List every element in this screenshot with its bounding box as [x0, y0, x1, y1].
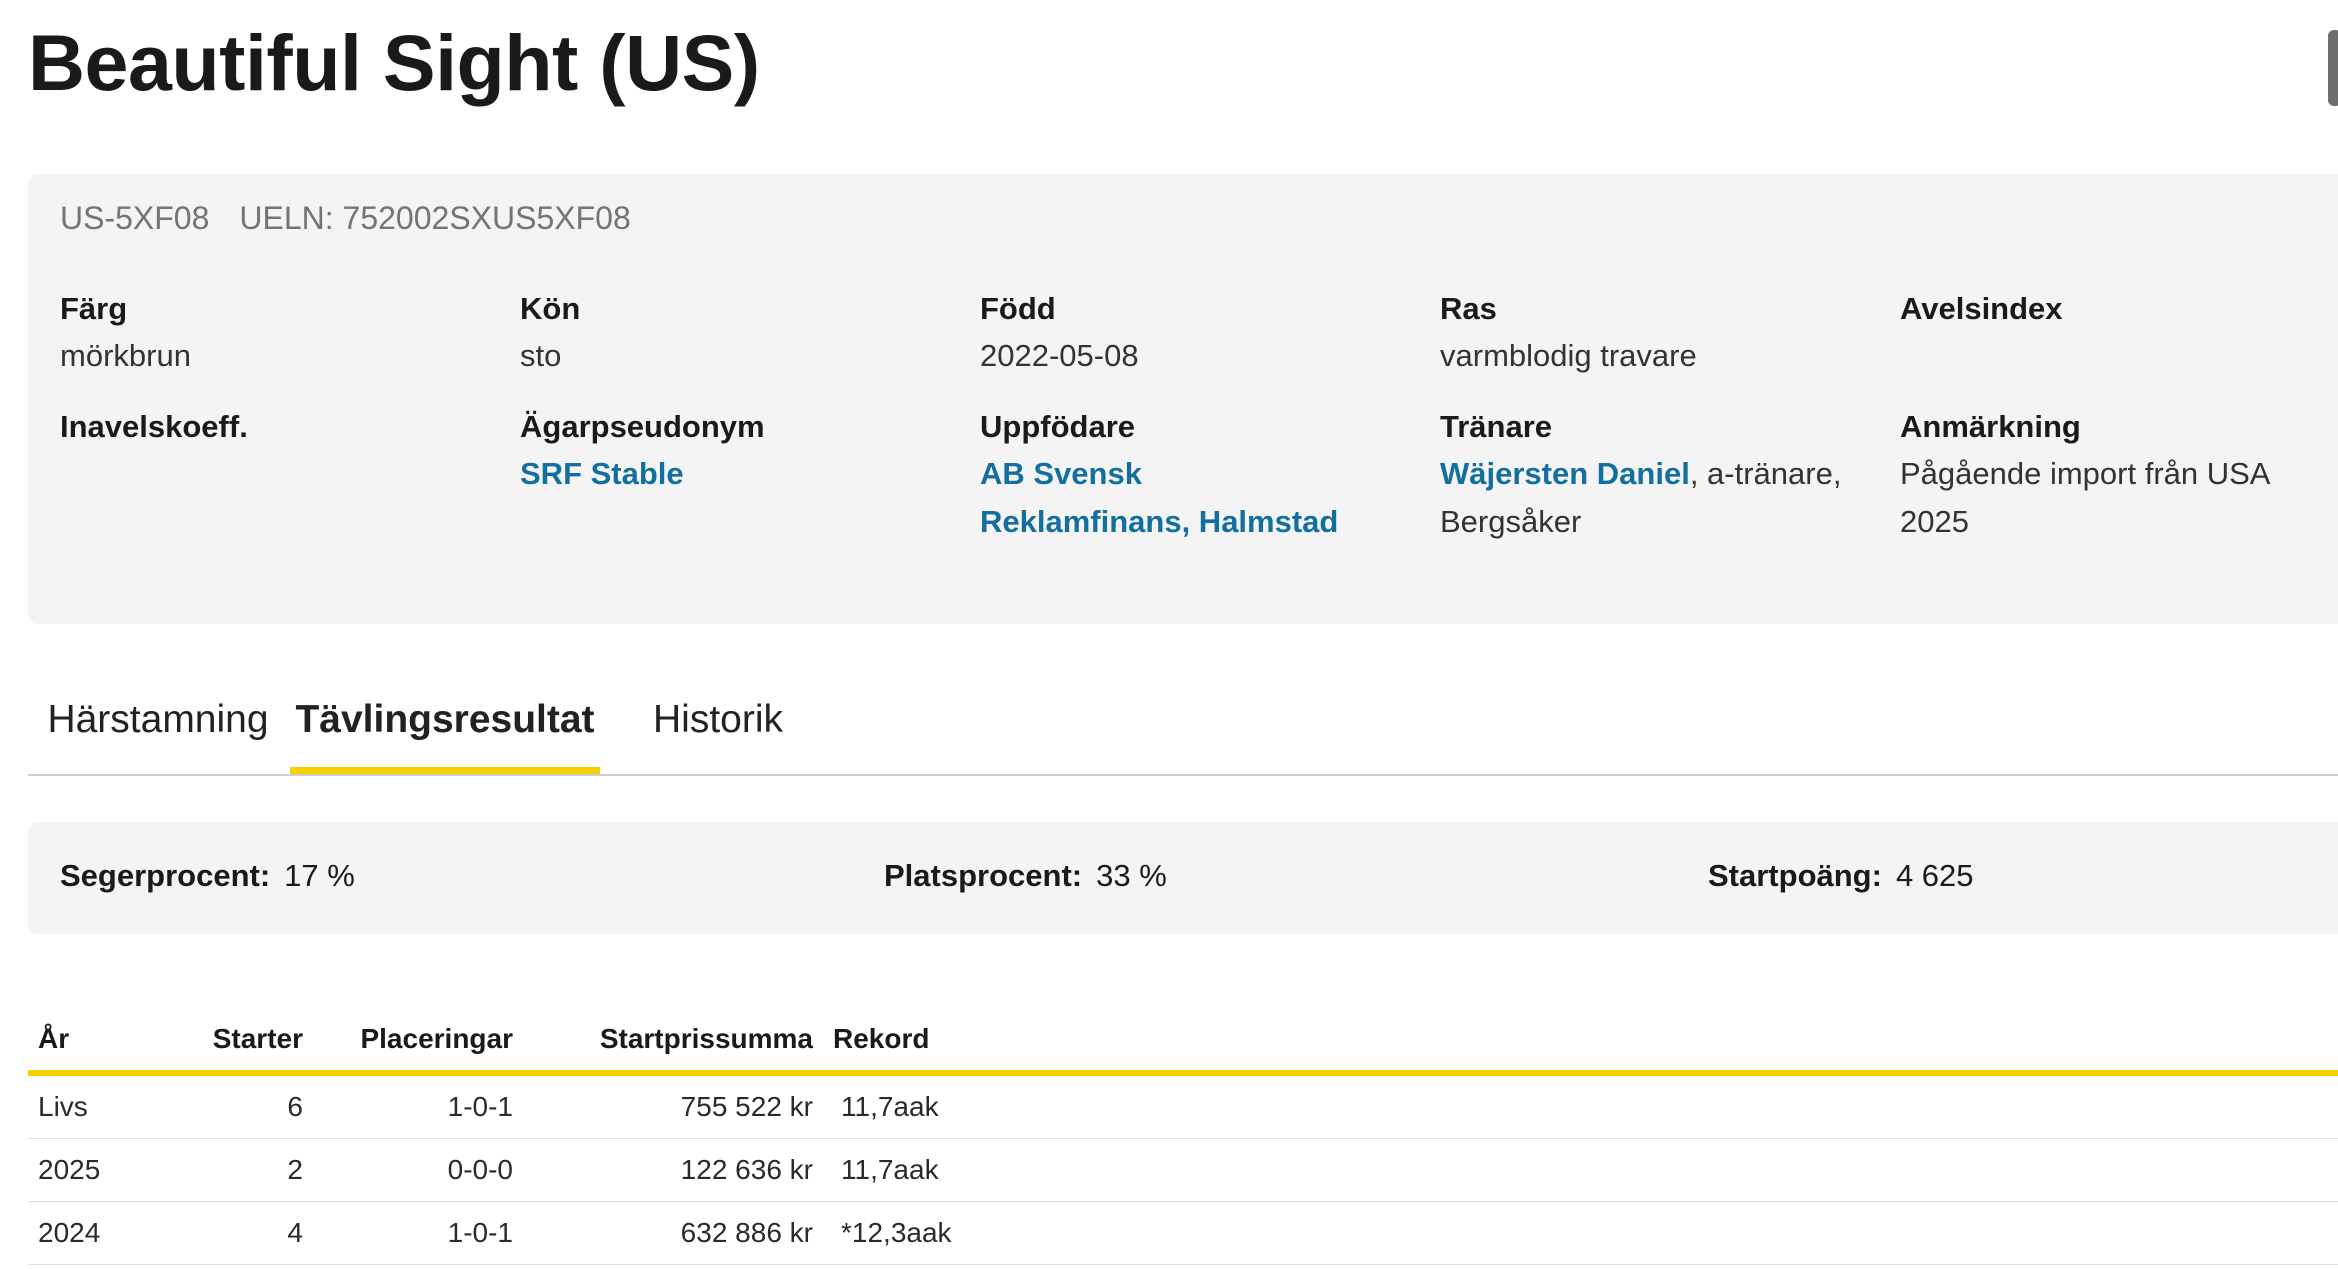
- stat-segerprocent: Segerprocent: 17 %: [60, 858, 355, 894]
- trainer-link[interactable]: Wäjersten Daniel: [1440, 456, 1690, 491]
- cell-prize-money: 755 522 kr: [523, 1073, 823, 1139]
- cell-record: 11,7aak: [823, 1138, 2338, 1202]
- stat-value: 4 625: [1895, 858, 1974, 893]
- stats-panel: [28, 822, 2338, 934]
- cell-prize-money: 632 886 kr: [523, 1201, 823, 1265]
- field-label: Avelsindex: [1900, 291, 2063, 326]
- field-tranare: Tränare Wäjersten Daniel, a-tränare, Ber…: [1440, 404, 1860, 546]
- field-inavelskoeff: Inavelskoeff.: [60, 404, 500, 450]
- breeder-link[interactable]: AB Svensk Reklamfinans, Halmstad: [980, 456, 1338, 539]
- field-label: Tränare: [1440, 409, 1553, 444]
- horse-identifiers: US-5XF08 UELN: 752002SXUS5XF08: [60, 200, 631, 237]
- field-label: Född: [980, 291, 1056, 326]
- field-fodd: Född 2022-05-08: [980, 286, 1420, 380]
- field-label: Ras: [1440, 291, 1497, 326]
- field-value: 2022-05-08: [980, 338, 1139, 373]
- stat-label: Platsprocent:: [884, 858, 1083, 893]
- column-header-placeringar[interactable]: Placeringar: [313, 1008, 523, 1076]
- column-header-ar[interactable]: År: [28, 1008, 168, 1076]
- field-value: sto: [520, 338, 562, 373]
- column-header-starter[interactable]: Starter: [168, 1008, 313, 1076]
- tab-historik[interactable]: Historik: [608, 680, 828, 774]
- ueln-number: UELN: 752002SXUS5XF08: [239, 200, 631, 236]
- field-label: Färg: [60, 291, 128, 326]
- stat-startpoang: Startpoäng: 4 625: [1708, 858, 1974, 894]
- field-label: Inavelskoeff.: [60, 409, 248, 444]
- field-farg: Färg mörkbrun: [60, 286, 500, 380]
- field-value: varmblodig travare: [1440, 338, 1697, 373]
- field-label: Kön: [520, 291, 581, 326]
- cell-year: 2024: [28, 1201, 168, 1265]
- scrollbar-thumb[interactable]: [2328, 30, 2338, 106]
- field-label: Ägarpseudonym: [520, 409, 765, 444]
- horse-info-panel: [28, 174, 2338, 624]
- field-value: Pågående import från USA 2025: [1900, 456, 2269, 539]
- cell-year: Livs: [28, 1073, 168, 1139]
- cell-placings: 0-0-0: [313, 1138, 523, 1202]
- cell-record: 11,7aak: [823, 1073, 2338, 1139]
- owner-pseudonym-link[interactable]: SRF Stable: [520, 456, 684, 491]
- cell-record: *12,3aak: [823, 1201, 2338, 1265]
- table-row: Livs 6 1-0-1 755 522 kr 11,7aak: [28, 1073, 2338, 1139]
- column-header-startprissumma[interactable]: Startprissumma: [523, 1008, 823, 1076]
- field-uppfodare: Uppfödare AB Svensk Reklamfinans, Halmst…: [980, 404, 1360, 546]
- cell-placings: 1-0-1: [313, 1201, 523, 1265]
- column-header-rekord[interactable]: Rekord: [823, 1008, 2338, 1076]
- table-row: 2025 2 0-0-0 122 636 kr 11,7aak: [28, 1138, 2338, 1202]
- table-row: 2024 4 1-0-1 632 886 kr *12,3aak: [28, 1201, 2338, 1265]
- cell-prize-money: 122 636 kr: [523, 1138, 823, 1202]
- field-ras: Ras varmblodig travare: [1440, 286, 1880, 380]
- field-avelsindex: Avelsindex: [1900, 286, 2338, 332]
- field-anmarkning: Anmärkning Pågående import från USA 2025: [1900, 404, 2300, 546]
- stat-value: 33 %: [1096, 858, 1167, 893]
- field-label: Anmärkning: [1900, 409, 2081, 444]
- page-title: Beautiful Sight (US): [28, 18, 760, 107]
- cell-starts: 6: [168, 1073, 313, 1139]
- stat-value: 17 %: [284, 858, 355, 893]
- cell-placings: 1-0-1: [313, 1073, 523, 1139]
- field-label: Uppfödare: [980, 409, 1135, 444]
- field-value: mörkbrun: [60, 338, 191, 373]
- registration-number: US-5XF08: [60, 200, 210, 236]
- stat-label: Startpoäng:: [1708, 858, 1882, 893]
- tab-bar: Härstamning Tävlingsresultat Historik: [28, 680, 2338, 776]
- results-table: År Starter Placeringar Startprissumma Re…: [28, 1008, 2338, 1265]
- tab-tavlingsresultat[interactable]: Tävlingsresultat: [290, 680, 600, 774]
- field-agarpseudonym: Ägarpseudonym SRF Stable: [520, 404, 960, 498]
- cell-starts: 4: [168, 1201, 313, 1265]
- stat-platsprocent: Platsprocent: 33 %: [884, 858, 1167, 894]
- table-header-row: År Starter Placeringar Startprissumma Re…: [28, 1008, 2338, 1076]
- field-kon: Kön sto: [520, 286, 960, 380]
- tab-harstamning[interactable]: Härstamning: [28, 680, 288, 774]
- cell-starts: 2: [168, 1138, 313, 1202]
- cell-year: 2025: [28, 1138, 168, 1202]
- stat-label: Segerprocent:: [60, 858, 271, 893]
